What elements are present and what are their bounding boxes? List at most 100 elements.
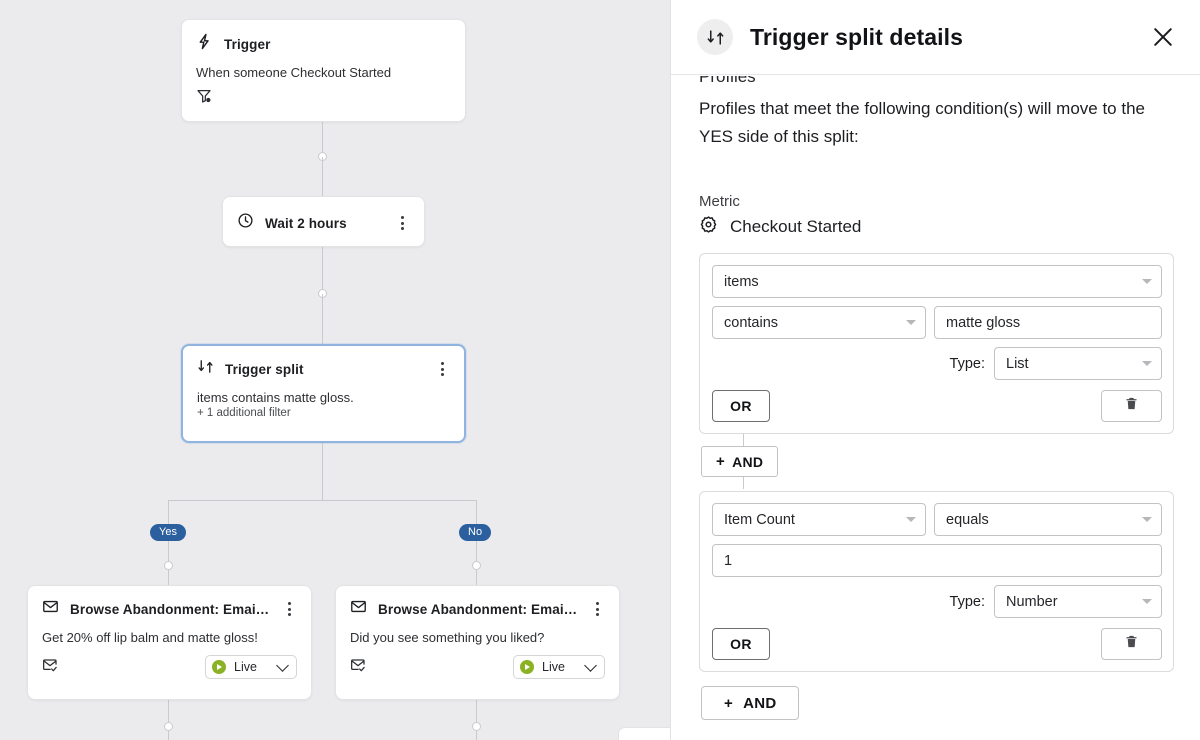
and-button-label: AND [743,695,776,712]
panel-title: Trigger split details [750,24,1148,51]
flow-node-email-no[interactable]: Browse Abandonment: Email... Did you see… [335,585,620,700]
branch-label-no[interactable]: No [459,524,491,541]
wait-card-title: Wait 2 hours [265,216,383,231]
chevron-down-icon [1142,279,1152,284]
gear-icon [699,215,718,239]
trigger-card-body: When someone Checkout Started [182,55,465,81]
condition-1-type-select[interactable]: List [994,347,1162,380]
flow-node-trigger-split[interactable]: Trigger split items contains matte gloss… [181,344,466,443]
flow-node-wait[interactable]: Wait 2 hours [222,196,425,247]
filter-icon[interactable] [196,88,212,109]
add-and-condition-button-1[interactable]: + AND [701,446,778,477]
live-status-icon [212,660,226,674]
chevron-down-icon [1142,599,1152,604]
panel-description: Profiles that meet the following conditi… [699,95,1174,151]
condition-1-property-row: items [712,265,1162,298]
connector-no-branch [476,500,477,585]
condition-2-value-row: 1 [712,544,1162,577]
connector-segment [322,157,323,196]
metric-row: Checkout Started [699,215,1174,239]
close-icon[interactable] [1148,22,1178,52]
branch-label-yes[interactable]: Yes [150,524,186,541]
trigger-split-details-panel: Trigger split details Profiles Profiles … [670,0,1200,740]
chevron-down-icon [584,659,597,672]
split-icon [197,358,214,380]
split-card-menu-button[interactable] [434,362,450,376]
metric-field-label: Metric [699,193,1174,210]
email-no-status-label: Live [542,660,576,674]
metric-name: Checkout Started [730,217,861,237]
envelope-check-icon[interactable] [42,657,58,678]
add-and-condition-button-2[interactable]: + AND [701,686,799,720]
split-card-body: items contains matte gloss. [183,380,464,406]
condition-1-operator-select[interactable]: contains [712,306,926,339]
envelope-icon [42,598,59,620]
trigger-card-title: Trigger [224,37,451,52]
condition-1-type-label: Type: [950,356,985,372]
and-connector-top [743,434,744,446]
and-button-label: AND [732,454,763,470]
condition-2-operator-select[interactable]: equals [934,503,1162,536]
chevron-down-icon [276,659,289,672]
chevron-down-icon [906,320,916,325]
flow-canvas[interactable]: Yes No Trigger When someone Checkout Sta… [0,0,670,740]
plus-icon: + [724,696,733,711]
split-card-subtext: + 1 additional filter [183,406,464,419]
email-no-body: Did you see something you liked? [336,620,619,646]
envelope-check-icon[interactable] [350,657,366,678]
flow-node-trigger[interactable]: Trigger When someone Checkout Started [181,19,466,122]
condition-1-delete-button[interactable] [1101,390,1162,422]
split-icon [697,19,733,55]
trash-icon [1124,396,1139,416]
condition-1-property-select[interactable]: items [712,265,1162,298]
email-yes-status-label: Live [234,660,268,674]
email-yes-menu-button[interactable] [281,602,297,616]
condition-2-type-row: Type: Number [712,585,1162,618]
email-no-menu-button[interactable] [589,602,605,616]
panel-header: Trigger split details [671,0,1200,75]
app-root: Yes No Trigger When someone Checkout Sta… [0,0,1200,740]
condition-group-1: items contains matte gloss Type: [699,253,1174,434]
condition-1-type-row: Type: List [712,347,1162,380]
connector-dot[interactable] [472,561,481,570]
email-no-title: Browse Abandonment: Email... [378,602,578,617]
chevron-down-icon [1142,361,1152,366]
condition-1-operator-row: contains matte gloss [712,306,1162,339]
connector-dot[interactable] [164,722,173,731]
email-yes-body: Get 20% off lip balm and matte gloss! [28,620,311,646]
condition-2-value-input[interactable]: 1 [712,544,1162,577]
branch-horizontal-connector [168,500,476,501]
wait-card-menu-button[interactable] [394,216,410,230]
lightning-bolt-icon [196,33,213,55]
email-yes-status-dropdown[interactable]: Live [205,655,297,679]
split-card-header: Trigger split [183,346,464,380]
trigger-card-footer [182,81,465,121]
plus-icon: + [716,454,725,469]
condition-1-value-input[interactable]: matte gloss [934,306,1162,339]
panel-body[interactable]: Profiles Profiles that meet the followin… [671,76,1200,740]
flow-node-partial-offscreen[interactable] [618,727,670,740]
email-yes-footer: Live [28,646,311,691]
and-button-wrap-1: + AND [699,446,1174,477]
and-connector-bottom [743,477,744,489]
condition-2-delete-button[interactable] [1101,628,1162,660]
connector-yes-next [168,700,169,740]
condition-2-buttons-row: OR [712,628,1162,660]
connector-split-branch [322,443,323,500]
flow-node-email-yes[interactable]: Browse Abandonment: Email... Get 20% off… [27,585,312,700]
email-no-status-dropdown[interactable]: Live [513,655,605,679]
condition-1-or-button[interactable]: OR [712,390,770,422]
trash-icon [1124,634,1139,654]
chevron-down-icon [1142,517,1152,522]
condition-2-property-select[interactable]: Item Count [712,503,926,536]
condition-2-type-select[interactable]: Number [994,585,1162,618]
connector-wait-split [322,247,323,291]
email-no-header: Browse Abandonment: Email... [336,586,619,620]
and-button-wrap-2: + AND [699,686,1174,720]
condition-2-or-button[interactable]: OR [712,628,770,660]
connector-yes-branch [168,500,169,585]
connector-dot[interactable] [164,561,173,570]
email-yes-header: Browse Abandonment: Email... [28,586,311,620]
connector-dot[interactable] [472,722,481,731]
chevron-down-icon [906,517,916,522]
